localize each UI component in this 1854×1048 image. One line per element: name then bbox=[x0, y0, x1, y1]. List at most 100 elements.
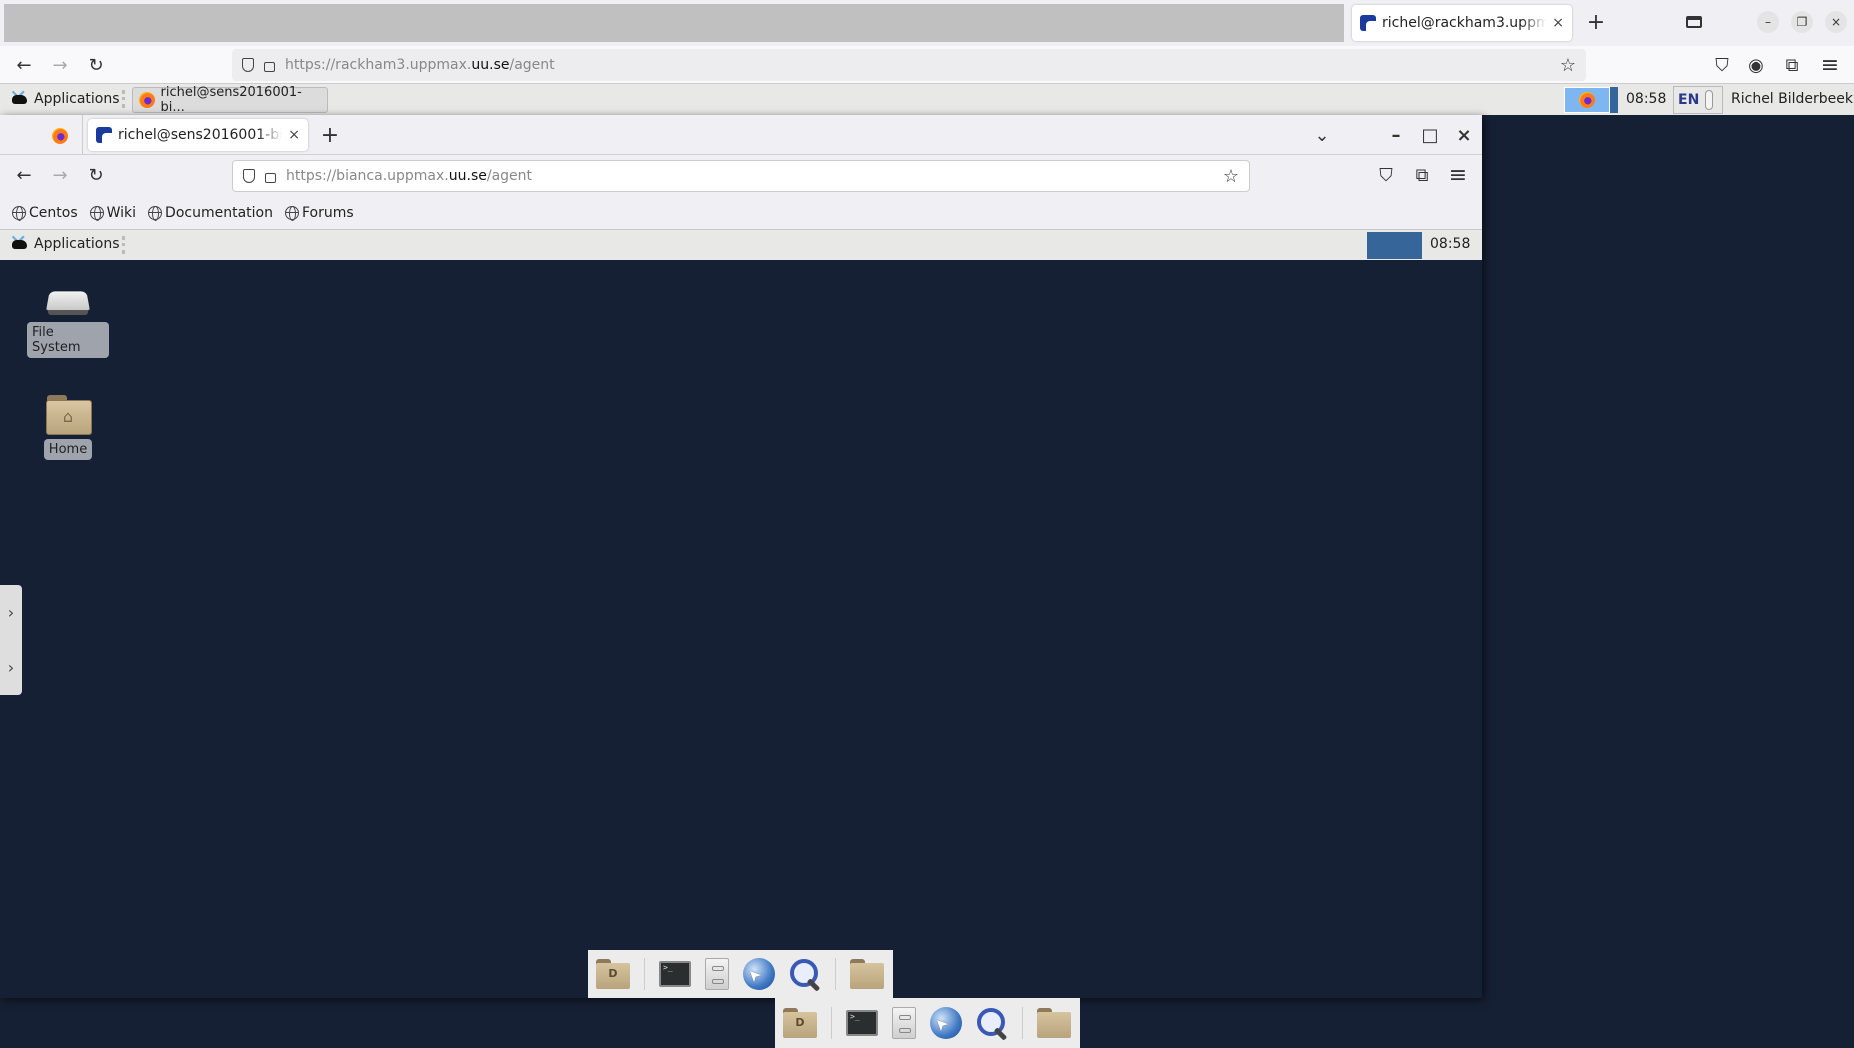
outer-close-button[interactable]: × bbox=[1825, 11, 1847, 33]
outer-tab-strip-empty bbox=[4, 4, 1344, 42]
file-manager-icon[interactable] bbox=[892, 1007, 916, 1039]
inner-new-tab-button[interactable]: + bbox=[316, 121, 344, 149]
bookmarks-toolbar: Centos Wiki Documentation Forums bbox=[0, 196, 1482, 230]
documents-folder-icon[interactable]: D bbox=[783, 1008, 817, 1038]
user-name[interactable]: Richel Bilderbeek bbox=[1731, 91, 1853, 107]
bookmark-label: Forums bbox=[301, 204, 354, 221]
outer-dock: D bbox=[775, 998, 1080, 1048]
side-panel-handle[interactable]: › › bbox=[0, 585, 22, 695]
tab-divider bbox=[82, 115, 83, 155]
desktop-icon-label: Home bbox=[43, 439, 93, 460]
desktop-icon-file-system[interactable]: File System bbox=[27, 290, 109, 358]
inner-back-button[interactable]: ← bbox=[10, 161, 38, 189]
outer-list-tabs-icon[interactable] bbox=[1680, 8, 1708, 36]
extensions-icon[interactable]: ⧉ bbox=[1778, 51, 1806, 79]
outer-tab[interactable]: richel@rackham3.uppmax.uu.se/agent × bbox=[1352, 5, 1572, 41]
inner-minimize-button[interactable]: – bbox=[1382, 121, 1410, 149]
bookmark-wiki[interactable]: Wiki bbox=[89, 205, 136, 221]
dock-separator bbox=[1022, 1007, 1023, 1039]
bookmark-forums[interactable]: Forums bbox=[284, 204, 354, 221]
extensions-icon[interactable]: ⧉ bbox=[1408, 161, 1436, 189]
inner-nav-bar: ← → ↻ https://bianca.uppmax.uu.se/agent … bbox=[0, 155, 1482, 196]
inner-forward-button[interactable]: → bbox=[46, 161, 74, 189]
inner-firefox-view-button[interactable] bbox=[52, 128, 68, 144]
outer-url-bar[interactable]: https://rackham3.uppmax.uu.se/agent ☆ bbox=[232, 49, 1586, 81]
list-all-tabs-icon bbox=[1686, 16, 1702, 28]
dock-separator bbox=[835, 958, 836, 990]
bookmark-centos[interactable]: Centos bbox=[12, 205, 78, 221]
outer-minimize-button[interactable]: – bbox=[1757, 11, 1779, 33]
inner-tab-bar: richel@sens2016001-bianca × + ⌄ – □ × bbox=[0, 115, 1482, 155]
keyboard-layout-indicator[interactable]: EN bbox=[1673, 86, 1723, 114]
outer-reload-button[interactable]: ↻ bbox=[82, 51, 110, 79]
globe-icon bbox=[148, 205, 163, 221]
dock-separator bbox=[831, 1007, 832, 1039]
outer-workspace-2[interactable] bbox=[1610, 87, 1618, 113]
inner-maximize-button[interactable]: □ bbox=[1416, 121, 1444, 149]
outer-taskbar-item[interactable]: richel@sens2016001-bi... bbox=[132, 85, 328, 115]
inner-tab[interactable]: richel@sens2016001-bianca × bbox=[88, 119, 308, 151]
outer-nav-bar: ← → ↻ https://rackham3.uppmax.uu.se/agen… bbox=[0, 46, 1854, 83]
bookmark-documentation[interactable]: Documentation bbox=[148, 205, 273, 221]
keyboard-layout-label: EN bbox=[1678, 92, 1700, 108]
inner-workspace-switcher[interactable] bbox=[1367, 232, 1422, 259]
tab-favicon-icon bbox=[1360, 15, 1376, 31]
file-manager-icon[interactable] bbox=[705, 958, 729, 990]
app-finder-search-icon[interactable] bbox=[789, 958, 821, 990]
app-finder-search-icon[interactable] bbox=[976, 1007, 1008, 1039]
inner-reload-button[interactable]: ↻ bbox=[82, 161, 110, 189]
panel-separator bbox=[122, 236, 125, 254]
inner-applications-menu[interactable]: Applications bbox=[8, 231, 120, 256]
account-icon[interactable]: ◉ bbox=[1742, 51, 1770, 79]
inner-menu-icon[interactable]: ≡ bbox=[1444, 161, 1472, 189]
bookmark-star-icon[interactable]: ☆ bbox=[1223, 166, 1239, 187]
outer-applications-menu[interactable]: Applications bbox=[8, 86, 120, 111]
outer-new-tab-button[interactable]: + bbox=[1582, 8, 1610, 36]
terminal-icon[interactable] bbox=[846, 1010, 878, 1036]
tab-favicon-icon bbox=[96, 127, 112, 143]
inner-close-button[interactable]: × bbox=[1450, 121, 1478, 149]
outer-back-button[interactable]: ← bbox=[10, 51, 38, 79]
outer-workspace-active[interactable] bbox=[1564, 87, 1610, 113]
firefox-icon bbox=[139, 92, 155, 108]
inner-dock: D bbox=[588, 950, 893, 998]
folder-icon[interactable] bbox=[1037, 1008, 1071, 1038]
inner-list-tabs-icon[interactable]: ⌄ bbox=[1308, 121, 1336, 149]
tracking-shield-icon[interactable] bbox=[242, 58, 254, 72]
battery-icon bbox=[1705, 90, 1714, 110]
inner-clock[interactable]: 08:58 bbox=[1430, 236, 1470, 252]
desktop-icon-home[interactable]: ⌂ Home bbox=[27, 395, 109, 460]
web-browser-icon[interactable] bbox=[930, 1007, 962, 1039]
home-folder-icon: ⌂ bbox=[46, 395, 92, 435]
panel-separator bbox=[122, 90, 125, 108]
desktop-icon-label: File System bbox=[27, 322, 109, 358]
lock-icon[interactable] bbox=[265, 173, 276, 183]
outer-tab-bar: richel@rackham3.uppmax.uu.se/agent × + –… bbox=[0, 0, 1854, 46]
bookmark-star-icon[interactable]: ☆ bbox=[1560, 55, 1576, 76]
documents-folder-icon[interactable]: D bbox=[596, 959, 630, 989]
outer-url-text[interactable]: https://rackham3.uppmax.uu.se/agent bbox=[285, 57, 555, 73]
outer-clock[interactable]: 08:58 bbox=[1626, 91, 1666, 107]
xfce-mouse-logo-icon bbox=[8, 86, 30, 111]
inner-tab-close-icon[interactable]: × bbox=[288, 127, 300, 143]
terminal-icon[interactable] bbox=[659, 961, 691, 987]
folder-icon[interactable] bbox=[850, 959, 884, 989]
outer-xfce-panel: Applications richel@sens2016001-bi... 08… bbox=[0, 83, 1854, 115]
outer-restore-button[interactable]: ❐ bbox=[1791, 11, 1813, 33]
outer-tab-close-icon[interactable]: × bbox=[1552, 15, 1564, 31]
inner-url-text[interactable]: https://bianca.uppmax.uu.se/agent bbox=[286, 168, 532, 184]
firefox-icon bbox=[1579, 92, 1595, 108]
taskbar-item-label: richel@sens2016001-bi... bbox=[160, 85, 302, 115]
globe-icon bbox=[284, 205, 299, 221]
pocket-icon[interactable]: ⛉ bbox=[1708, 51, 1736, 79]
chevron-right-icon[interactable]: › bbox=[8, 603, 14, 622]
tracking-shield-icon[interactable] bbox=[243, 169, 255, 183]
inner-applications-label: Applications bbox=[34, 236, 120, 252]
inner-url-bar[interactable]: https://bianca.uppmax.uu.se/agent ☆ bbox=[232, 160, 1250, 192]
web-browser-icon[interactable] bbox=[743, 958, 775, 990]
outer-forward-button[interactable]: → bbox=[46, 51, 74, 79]
pocket-icon[interactable]: ⛉ bbox=[1372, 161, 1400, 189]
lock-icon[interactable] bbox=[264, 62, 275, 72]
chevron-right-icon[interactable]: › bbox=[8, 658, 14, 677]
outer-menu-icon[interactable]: ≡ bbox=[1816, 51, 1844, 79]
